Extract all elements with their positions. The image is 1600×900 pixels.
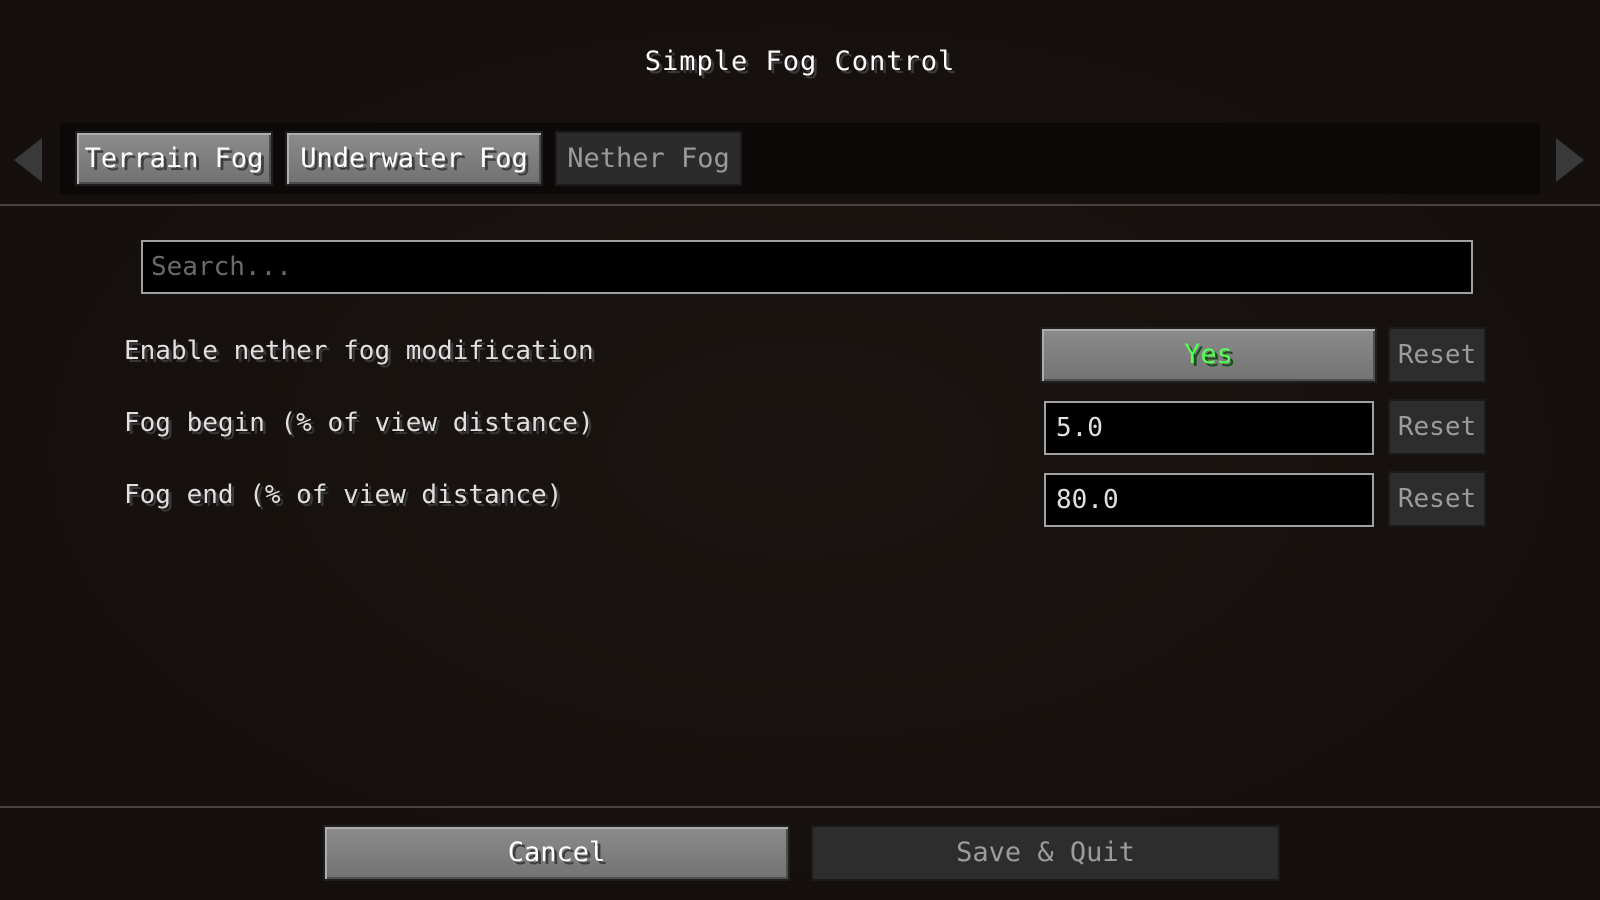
tab-nether-fog[interactable]: Nether Fog: [555, 131, 742, 186]
option-label-enable-nether-fog: Enable nether fog modification: [124, 336, 594, 366]
fog-end-input[interactable]: [1044, 473, 1374, 527]
cancel-button[interactable]: Cancel: [323, 825, 790, 881]
divider-top: [0, 204, 1600, 206]
enable-nether-fog-toggle[interactable]: Yes: [1040, 327, 1377, 383]
search-input[interactable]: [141, 240, 1473, 294]
option-label-fog-end: Fog end (% of view distance): [124, 480, 563, 510]
config-screen: Simple Fog Control Terrain Fog Underwate…: [0, 0, 1600, 900]
arrow-right-icon[interactable]: [1556, 138, 1584, 182]
reset-button-fog-end[interactable]: Reset: [1388, 471, 1486, 527]
save-and-quit-button[interactable]: Save & Quit: [811, 825, 1280, 881]
tab-terrain-fog[interactable]: Terrain Fog: [75, 131, 273, 186]
tab-underwater-fog[interactable]: Underwater Fog: [285, 131, 543, 186]
arrow-left-icon[interactable]: [14, 138, 42, 182]
reset-button-fog-begin[interactable]: Reset: [1388, 399, 1486, 455]
divider-bottom: [0, 806, 1600, 808]
fog-begin-input[interactable]: [1044, 401, 1374, 455]
page-title: Simple Fog Control: [644, 46, 956, 77]
reset-button-enable-nether-fog[interactable]: Reset: [1388, 327, 1486, 383]
tab-bar: [60, 123, 1540, 194]
option-label-fog-begin: Fog begin (% of view distance): [124, 408, 594, 438]
